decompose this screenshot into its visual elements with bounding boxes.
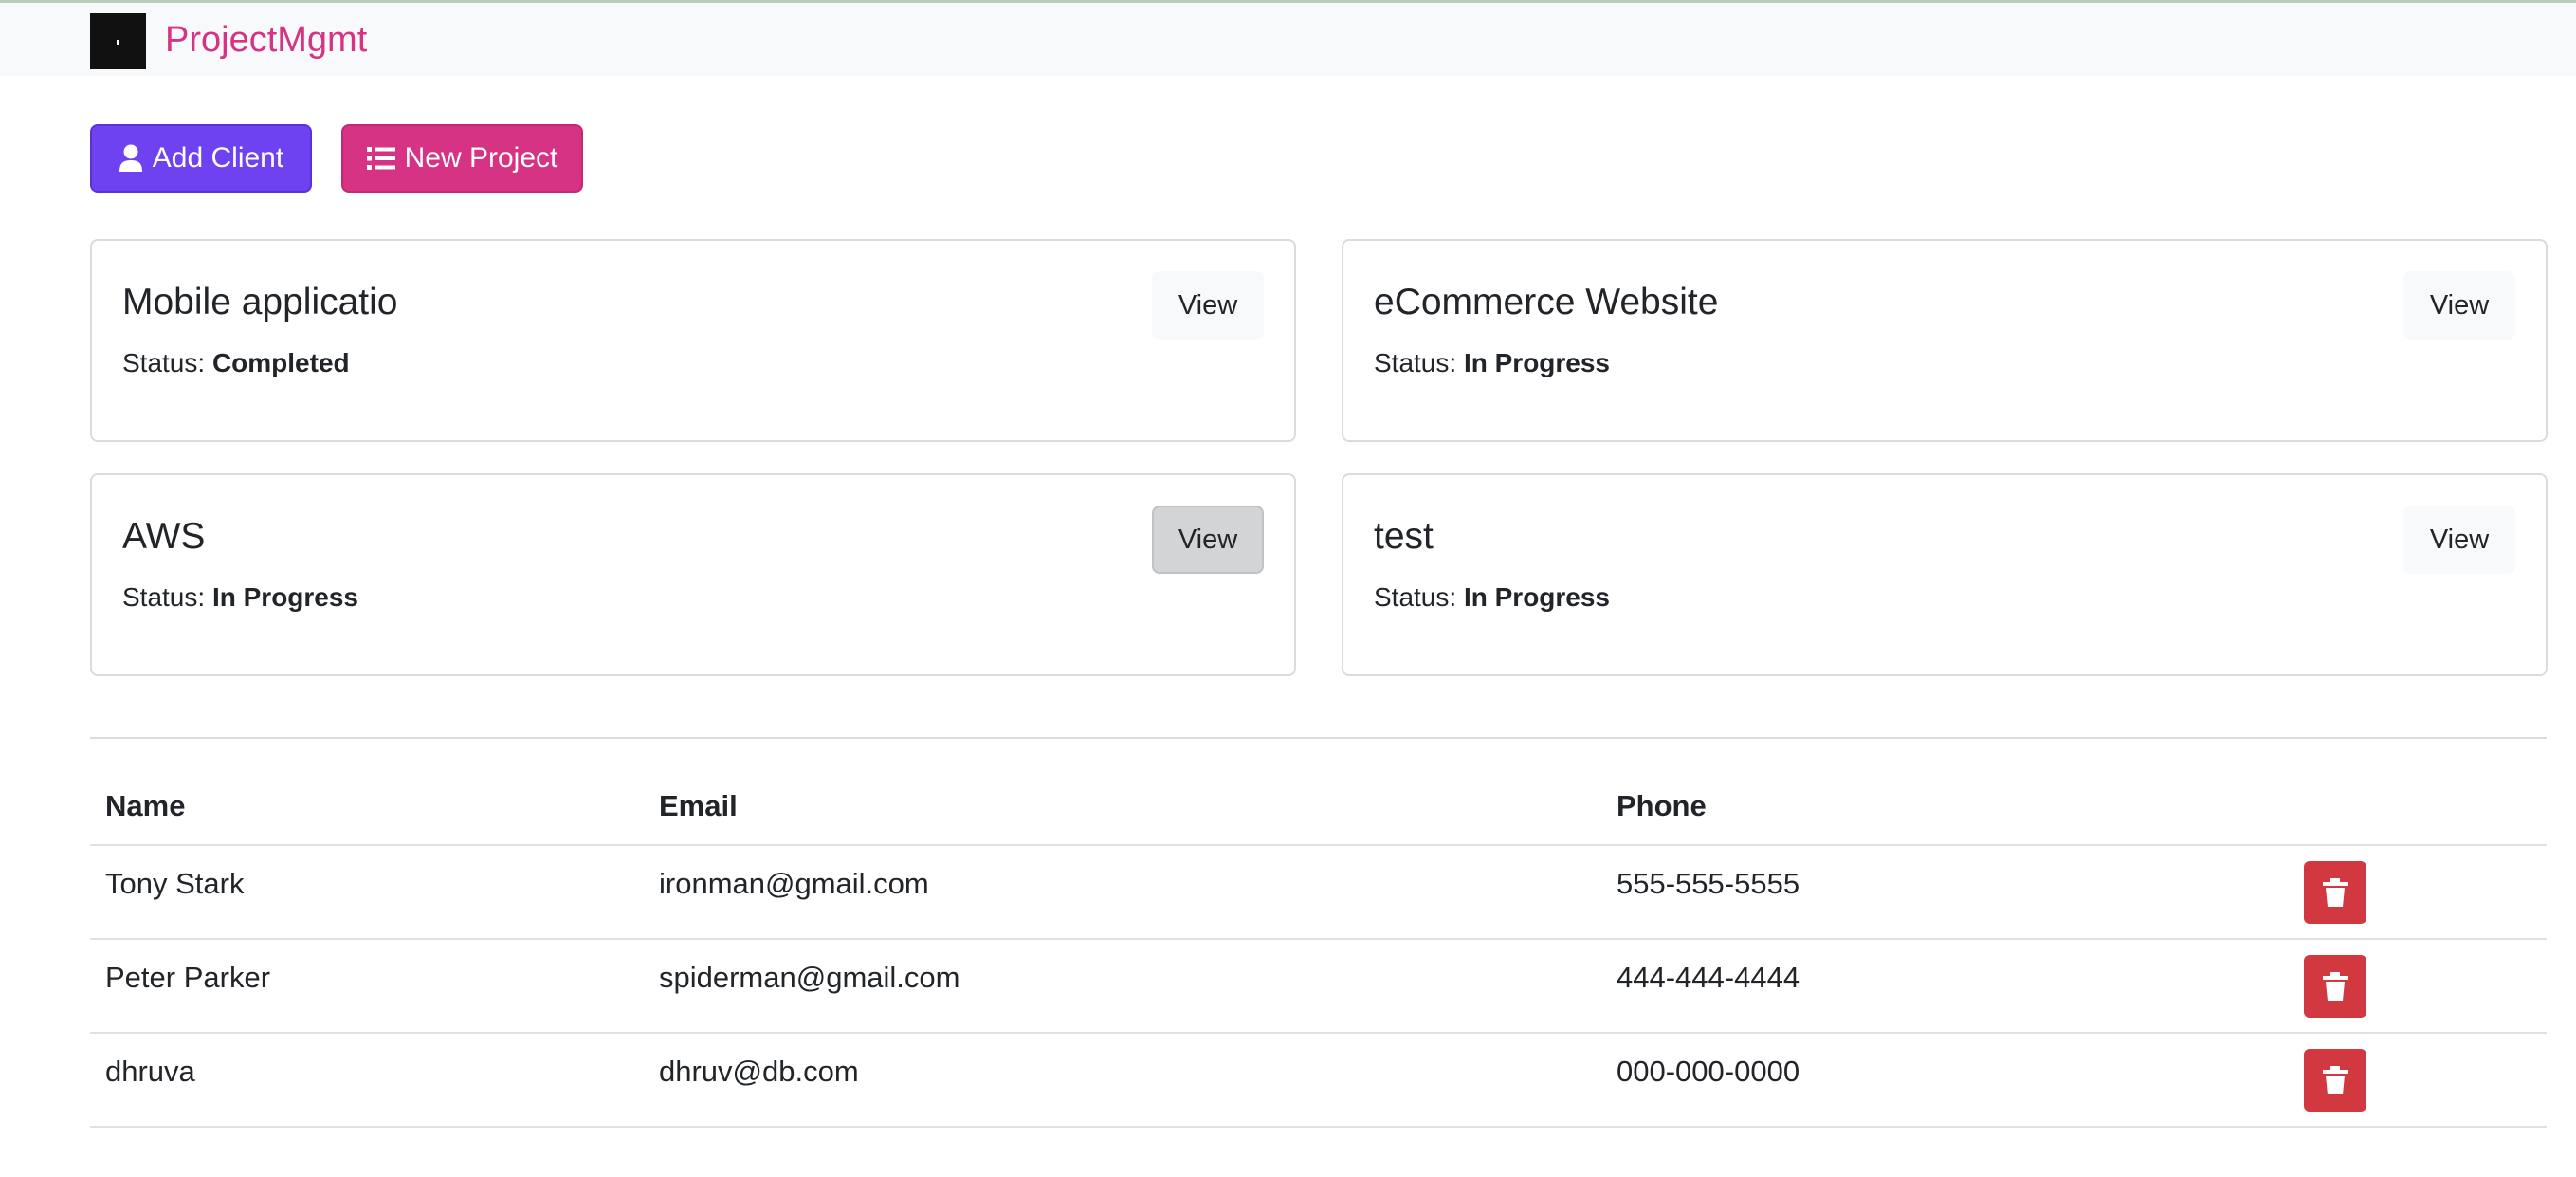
client-name: Peter Parker	[105, 961, 271, 994]
view-project-button[interactable]: View	[2403, 271, 2515, 340]
project-status: Status: In Progress	[1374, 347, 1610, 379]
status-value: In Progress	[1463, 348, 1611, 377]
table-row: Peter Parker spiderman@gmail.com 444-444…	[90, 940, 2547, 1034]
column-header-email: Email	[659, 789, 738, 822]
add-client-label: Add Client	[152, 142, 284, 174]
project-card: Mobile applicatio Status: Completed View	[90, 239, 1296, 442]
table-row: Tony Stark ironman@gmail.com 555-555-555…	[90, 846, 2547, 940]
user-icon	[119, 144, 142, 172]
clients-table-header: Name Email Phone	[90, 778, 2547, 846]
project-card: AWS Status: In Progress View	[90, 473, 1296, 676]
status-value: Completed	[211, 348, 350, 377]
trash-icon	[2323, 878, 2348, 907]
delete-client-button[interactable]	[2304, 861, 2366, 924]
status-label: Status:	[1374, 582, 1457, 612]
trash-icon	[2323, 972, 2348, 1001]
project-title: test	[1374, 516, 1434, 557]
client-email: dhruv@db.com	[659, 1055, 859, 1088]
section-divider	[90, 737, 2547, 739]
client-email: ironman@gmail.com	[659, 867, 929, 900]
view-project-button[interactable]: View	[1152, 271, 1264, 340]
client-phone: 000-000-0000	[1617, 1055, 1800, 1088]
navbar: ProjectMgmt	[0, 0, 2576, 76]
trash-icon	[2323, 1066, 2348, 1094]
view-project-button[interactable]: View	[2403, 506, 2515, 574]
project-status: Status: Completed	[122, 347, 350, 379]
add-client-button[interactable]: Add Client	[90, 124, 312, 193]
client-phone: 444-444-4444	[1617, 961, 1800, 994]
project-title: eCommerce Website	[1374, 282, 1719, 322]
list-icon	[366, 147, 395, 170]
new-project-button[interactable]: New Project	[341, 124, 583, 193]
client-email: spiderman@gmail.com	[659, 961, 960, 994]
new-project-label: New Project	[404, 142, 558, 174]
status-label: Status:	[122, 582, 206, 612]
view-project-button[interactable]: View	[1152, 506, 1264, 574]
project-status: Status: In Progress	[122, 581, 358, 614]
logo[interactable]	[90, 13, 146, 69]
status-value: In Progress	[1463, 582, 1611, 612]
client-name: Tony Stark	[105, 867, 245, 900]
project-card: test Status: In Progress View	[1342, 473, 2548, 676]
project-card: eCommerce Website Status: In Progress Vi…	[1342, 239, 2548, 442]
delete-client-button[interactable]	[2304, 955, 2366, 1018]
table-row: dhruva dhruv@db.com 000-000-0000	[90, 1034, 2547, 1128]
status-value: In Progress	[211, 582, 359, 612]
status-label: Status:	[122, 348, 206, 377]
logo-mark	[117, 40, 119, 45]
brand-title[interactable]: ProjectMgmt	[165, 19, 367, 61]
client-name: dhruva	[105, 1055, 195, 1088]
client-phone: 555-555-5555	[1617, 867, 1800, 900]
project-title: Mobile applicatio	[122, 282, 398, 322]
column-header-phone: Phone	[1617, 789, 1707, 822]
column-header-name: Name	[105, 789, 186, 822]
project-status: Status: In Progress	[1374, 581, 1610, 614]
status-label: Status:	[1374, 348, 1457, 377]
delete-client-button[interactable]	[2304, 1049, 2366, 1112]
project-title: AWS	[122, 516, 206, 557]
